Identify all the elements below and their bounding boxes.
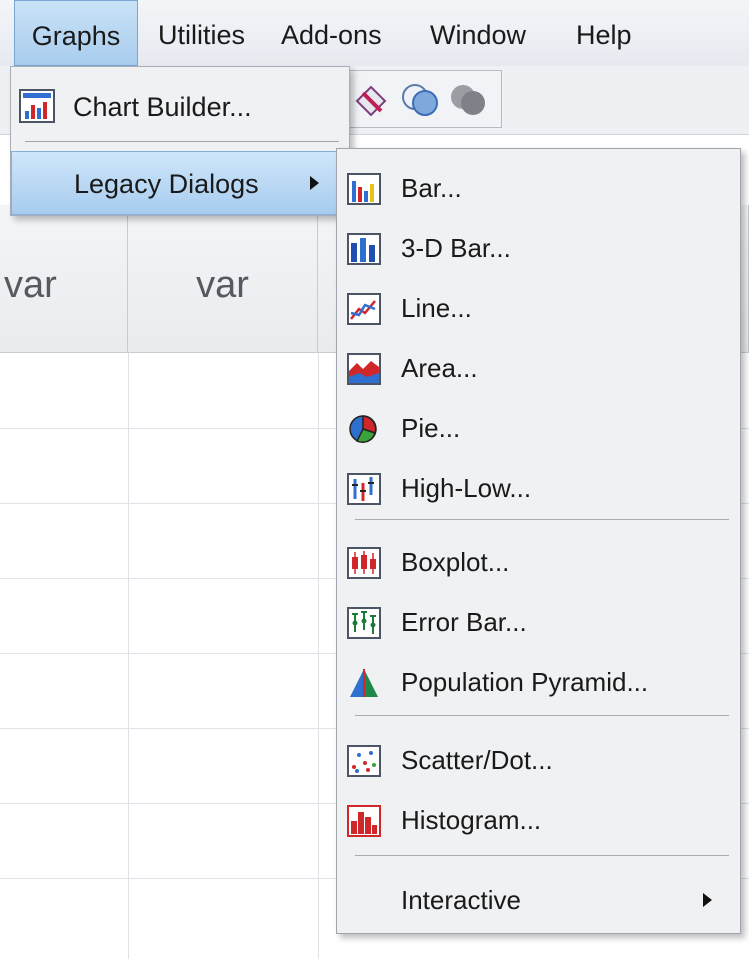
high-low-chart-icon [347,473,381,505]
app-window: Graphs Utilities Add-ons Window Help var… [0,0,749,959]
menu-item-high-low[interactable]: High-Low... [337,459,740,517]
area-chart-icon [347,353,381,385]
menu-item-legacy-dialogs[interactable]: Legacy Dialogs [11,151,349,215]
menu-item-bar[interactable]: Bar... [337,159,740,217]
error-bar-icon [347,607,381,639]
weight-cases-icon[interactable] [353,81,389,117]
chart-builder-icon [19,89,55,123]
menu-item-area[interactable]: Area... [337,339,740,397]
menu-item-3d-bar[interactable]: 3-D Bar... [337,219,740,277]
menu-item-line[interactable]: Line... [337,279,740,337]
pie-chart-icon [349,415,377,443]
menu-window[interactable]: Window [430,0,526,66]
submenu-arrow-icon [310,176,319,190]
column-header-var[interactable]: var [0,205,128,353]
menu-item-boxplot[interactable]: Boxplot... [337,533,740,591]
menu-separator [355,715,729,716]
3d-bar-chart-icon [347,233,381,265]
graphs-menu: Chart Builder... Legacy Dialogs [10,66,350,216]
histogram-icon [347,805,381,837]
menu-help[interactable]: Help [576,0,632,66]
menu-add-ons[interactable]: Add-ons [281,0,382,66]
menu-separator [355,519,729,520]
column-header-var[interactable]: var [128,205,318,353]
show-all-variables-icon[interactable] [447,79,491,119]
use-sets-icon[interactable] [399,79,443,119]
menu-bar: Graphs Utilities Add-ons Window Help [0,0,749,67]
menu-item-chart-builder[interactable]: Chart Builder... [11,75,349,139]
menu-item-histogram[interactable]: Histogram... [337,791,740,849]
menu-separator [25,141,339,142]
menu-utilities[interactable]: Utilities [158,0,245,66]
line-chart-icon [347,293,381,325]
menu-item-scatter-dot[interactable]: Scatter/Dot... [337,731,740,789]
legacy-dialogs-submenu: Bar... 3-D Bar... Line... Area... Pie...… [336,148,741,934]
bar-chart-icon [347,173,381,205]
menu-item-error-bar[interactable]: Error Bar... [337,593,740,651]
scatter-dot-icon [347,745,381,777]
menu-separator [355,855,729,856]
boxplot-icon [347,547,381,579]
submenu-arrow-icon [703,893,712,907]
population-pyramid-icon [350,669,378,697]
menu-item-pie[interactable]: Pie... [337,399,740,457]
menu-item-population-pyramid[interactable]: Population Pyramid... [337,653,740,711]
menu-graphs[interactable]: Graphs [14,0,138,66]
menu-item-interactive[interactable]: Interactive [337,871,740,929]
toolbar-group [346,70,502,128]
